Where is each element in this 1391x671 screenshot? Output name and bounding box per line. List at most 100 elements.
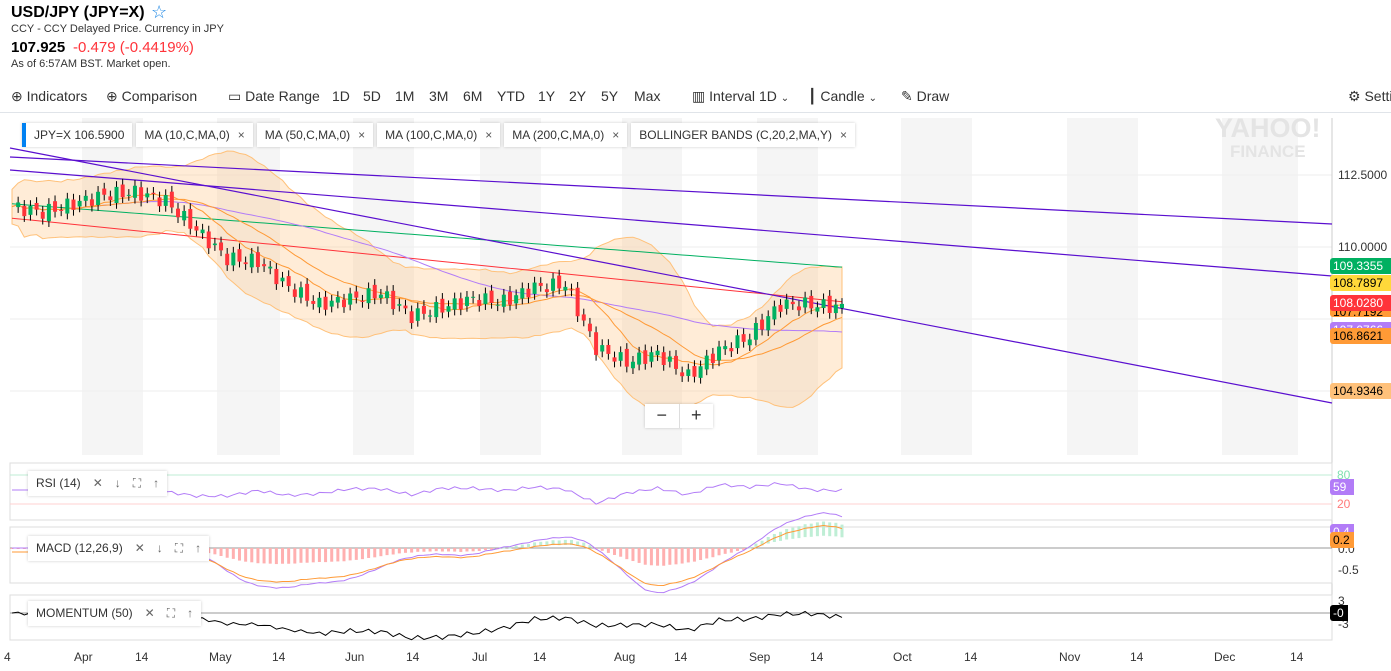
candle xyxy=(243,262,248,265)
macd-histogram-bar xyxy=(797,526,801,539)
macd-histogram-bar xyxy=(723,548,727,554)
macd-histogram-bar xyxy=(311,548,315,563)
candle xyxy=(274,268,279,285)
macd-histogram-bar xyxy=(477,548,481,552)
candle xyxy=(796,306,801,311)
macd-histogram-bar xyxy=(815,522,819,537)
close-icon[interactable]: × xyxy=(485,128,492,142)
candle xyxy=(778,304,783,312)
momentum-panel-tag[interactable]: MOMENTUM (50) ✕ ⛶ ↑ xyxy=(28,601,202,626)
macd-histogram-bar xyxy=(643,548,647,565)
macd-histogram-bar xyxy=(268,548,272,564)
macd-histogram-bar xyxy=(465,548,469,552)
candle xyxy=(231,252,236,266)
candle xyxy=(59,209,64,211)
expand-icon[interactable]: ⛶ xyxy=(167,606,175,620)
candle xyxy=(483,293,488,305)
candle xyxy=(28,205,33,215)
macd-histogram-bar xyxy=(735,548,739,551)
expand-icon[interactable]: ⛶ xyxy=(133,476,141,490)
candle xyxy=(96,191,101,205)
x-tick: 14 xyxy=(810,650,824,664)
candle xyxy=(188,209,193,229)
candle xyxy=(292,289,297,297)
x-tick: 14 xyxy=(135,650,149,664)
expand-icon[interactable]: ⛶ xyxy=(175,541,183,555)
macd-histogram-bar xyxy=(330,548,334,562)
candle xyxy=(637,352,642,365)
macd-histogram-bar xyxy=(385,548,389,556)
candle xyxy=(569,289,574,291)
macd-histogram-bar xyxy=(305,548,309,563)
close-icon[interactable]: × xyxy=(238,128,245,142)
macd-histogram-bar xyxy=(631,548,635,562)
x-tick: Dec xyxy=(1214,650,1236,664)
candle xyxy=(747,339,752,346)
candle xyxy=(557,275,562,289)
candle xyxy=(385,291,390,299)
zoom-out-button[interactable]: − xyxy=(645,404,679,428)
rsi-panel-tag[interactable]: RSI (14) ✕ ↓ ⛶ ↑ xyxy=(28,471,168,496)
macd-histogram-bar xyxy=(619,548,623,557)
bollinger-tag[interactable]: BOLLINGER BANDS (C,20,2,MA,Y) × xyxy=(631,123,855,147)
macd-histogram-bar xyxy=(403,548,407,553)
candle xyxy=(692,366,697,377)
close-icon[interactable]: ✕ xyxy=(135,541,145,555)
candle xyxy=(809,295,814,309)
ma100-tag[interactable]: MA (100,C,MA,0) × xyxy=(377,123,501,147)
macd-histogram-bar xyxy=(287,548,291,564)
close-icon[interactable]: × xyxy=(840,128,847,142)
candle xyxy=(594,332,599,355)
rsi-level-20: 20 xyxy=(1337,497,1351,511)
candle xyxy=(760,319,765,330)
candle xyxy=(624,348,629,367)
close-icon[interactable]: ✕ xyxy=(145,606,155,620)
candle xyxy=(126,194,131,196)
candle xyxy=(833,304,838,314)
arrow-down-icon[interactable]: ↓ xyxy=(157,541,163,555)
macd-signal-label: 0.2 xyxy=(1330,532,1354,548)
price-chart[interactable] xyxy=(0,0,1391,671)
tag-label: MA (200,C,MA,0) xyxy=(512,128,605,142)
candle xyxy=(120,184,125,198)
arrow-up-icon[interactable]: ↑ xyxy=(187,606,193,620)
candle xyxy=(65,198,70,214)
candle xyxy=(735,335,740,349)
ma200-tag[interactable]: MA (200,C,MA,0) × xyxy=(504,123,628,147)
candle xyxy=(132,185,137,198)
ma10-lower-label: 106.8621 xyxy=(1330,328,1391,344)
close-icon[interactable]: × xyxy=(358,128,365,142)
macd-histogram-bar xyxy=(342,548,346,562)
macd-panel-tag[interactable]: MACD (12,26,9) ✕ ↓ ⛶ ↑ xyxy=(28,536,210,561)
macd-histogram-bar xyxy=(828,522,832,537)
x-tick: 14 xyxy=(272,650,286,664)
candle xyxy=(587,323,592,332)
macd-histogram-bar xyxy=(336,548,340,562)
zoom-in-button[interactable]: + xyxy=(678,404,714,428)
candle xyxy=(477,299,482,306)
macd-histogram-bar xyxy=(274,548,278,565)
macd-histogram-bar xyxy=(729,548,733,553)
candle xyxy=(108,196,113,201)
macd-histogram-bar xyxy=(348,548,352,561)
arrow-up-icon[interactable]: ↑ xyxy=(195,541,201,555)
candle xyxy=(508,291,512,305)
close-icon[interactable]: ✕ xyxy=(93,476,103,490)
close-icon[interactable]: × xyxy=(612,128,619,142)
ma50-tag[interactable]: MA (50,C,MA,0) × xyxy=(256,123,374,147)
macd-histogram-bar xyxy=(428,548,432,552)
arrow-down-icon[interactable]: ↓ xyxy=(115,476,121,490)
macd-histogram-bar xyxy=(231,548,235,559)
arrow-up-icon[interactable]: ↑ xyxy=(153,476,159,490)
candle xyxy=(489,290,494,303)
shade-band xyxy=(901,118,972,455)
candle xyxy=(581,314,586,321)
candle xyxy=(77,200,82,207)
candle xyxy=(827,295,832,313)
macd-histogram-bar xyxy=(447,548,451,552)
candle xyxy=(317,297,322,308)
macd-histogram-bar xyxy=(281,548,285,564)
symbol-tag[interactable]: JPY=X 106.5900 xyxy=(22,123,133,147)
candle xyxy=(378,294,383,299)
ma10-tag[interactable]: MA (10,C,MA,0) × xyxy=(136,123,253,147)
